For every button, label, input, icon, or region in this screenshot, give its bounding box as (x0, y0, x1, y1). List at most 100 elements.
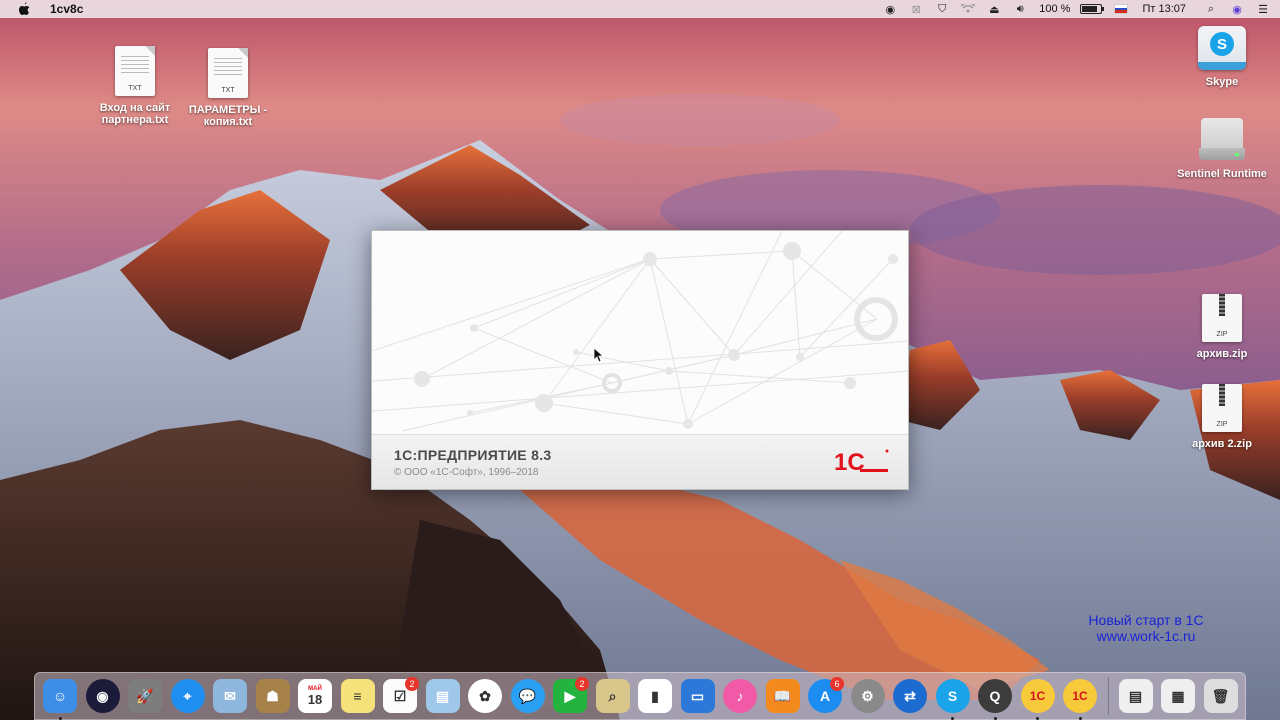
safari-icon: ⌖ (170, 679, 205, 713)
dock-separator (1107, 677, 1109, 715)
system-preferences-icon: ⚙ (850, 679, 885, 713)
text-file-icon: TXT (208, 48, 248, 98)
battery-percent: 100 % (1039, 3, 1071, 15)
desktop-file-label: Вход на сайт партнера.txt (99, 102, 171, 126)
dock-item-app-store[interactable]: A6 (806, 677, 844, 715)
documents-stack-icon: ▦ (1161, 679, 1195, 713)
external-drive-icon (1199, 118, 1245, 162)
desktop-volume-sentinel-runtime[interactable]: Sentinel Runtime (1174, 118, 1270, 180)
1c-enterprise-2-icon: 1С (1063, 679, 1097, 713)
desktop-file-archive-2-zip[interactable]: ZIP архив 2.zip (1174, 384, 1270, 450)
dock-item-siri[interactable]: ◉ (84, 677, 122, 715)
dock-item-itunes[interactable]: ♪ (721, 677, 759, 715)
dock-item-downloads-stack[interactable]: ▤ (1117, 677, 1155, 715)
dock-item-maps[interactable]: ⌕ (594, 677, 632, 715)
notes-icon: ≡ (340, 679, 375, 713)
battery-icon[interactable] (1080, 4, 1105, 14)
status-x-icon[interactable]: ⊠ (909, 3, 923, 16)
dock-item-mail-bird[interactable]: ✉ (211, 677, 249, 715)
downloads-stack-icon: ▤ (1118, 679, 1153, 713)
dock-item-facetime[interactable]: ▶ 2 (551, 677, 589, 715)
desktop-app-skype[interactable]: S Skype (1174, 26, 1270, 88)
siri-icon: ◉ (85, 679, 120, 713)
active-app-name[interactable]: 1cv8c (50, 2, 83, 16)
ibooks-icon: 📖 (765, 679, 800, 713)
itunes-icon: ♪ (723, 679, 757, 713)
keynote-icon: ▭ (680, 679, 715, 713)
watermark-line-2: www.work-1c.ru (1096, 628, 1196, 644)
record-icon[interactable]: ◉ (883, 3, 897, 16)
dock-item-launchpad[interactable]: 🚀 (126, 677, 164, 715)
dock-item-keynote[interactable]: ▭ (679, 677, 717, 715)
finder-icon: ☺ (43, 679, 77, 713)
preview-icon: ▤ (425, 679, 460, 713)
desktop-file-parameters-copy[interactable]: TXT ПАРАМЕТРЫ - копия.txt (180, 48, 276, 128)
dock-item-numbers[interactable]: ▮ (636, 677, 674, 715)
dock-item-1c-enterprise[interactable]: 1С (1019, 677, 1057, 720)
maps-icon: ⌕ (595, 679, 630, 713)
airplay-icon[interactable]: ⏏ (987, 3, 1001, 16)
dock-item-messages[interactable]: 💬 (509, 677, 547, 715)
watermark: Новый старт в 1С www.work-1c.ru (1066, 612, 1226, 644)
dock: ☺ ◉ 🚀 ⌖ ✉ ☗ МАЙ 18 ≡ ☑ 2 ▤ ✿ 💬 ▶ 2 ⌕ ▮ ▭ ♪ 📖 A 6 ⚙ ⇄ S Q 1С 1С ▤ ▦ 🗑 (34, 672, 1246, 720)
dock-item-ibooks[interactable]: 📖 (764, 677, 802, 715)
calendar-icon: МАЙ 18 (298, 679, 332, 713)
notification-center-icon[interactable]: ☰ (1256, 3, 1270, 16)
splash-footer: 1С:ПРЕДПРИЯТИЕ 8.3 © ООО «1С-Софт», 1996… (372, 434, 908, 489)
numbers-icon: ▮ (638, 679, 672, 713)
watermark-line-1: Новый старт в 1С (1088, 612, 1204, 628)
teamviewer-icon: ⇄ (893, 679, 927, 713)
dock-item-photos[interactable]: ✿ (466, 677, 504, 715)
dock-item-trash[interactable]: 🗑 (1202, 677, 1240, 715)
desktop-file-partner-login[interactable]: TXT Вход на сайт партнера.txt (87, 46, 183, 126)
dock-item-notes[interactable]: ≡ (339, 677, 377, 715)
desktop-file-label: Sentinel Runtime (1177, 168, 1267, 180)
apple-menu-icon[interactable] (16, 1, 32, 17)
dock-item-reminders[interactable]: ☑ 2 (381, 677, 419, 715)
dock-item-contacts[interactable]: ☗ (254, 677, 292, 715)
launchpad-icon: 🚀 (128, 679, 162, 713)
desktop-file-label: архив.zip (1196, 348, 1248, 360)
shield-icon[interactable]: ⛉ (935, 3, 949, 15)
menu-bar: 1cv8c ◉ ⊠ ⛉ ⏏ 🔊︎ 100 % Пт 13:07 ⌕ ◉ ☰ (0, 0, 1280, 18)
dock-item-system-preferences[interactable]: ⚙ (849, 677, 887, 715)
dock-item-teamviewer[interactable]: ⇄ (891, 677, 929, 715)
clock[interactable]: Пт 13:07 (1142, 3, 1186, 15)
desktop-file-archive-zip[interactable]: ZIP архив.zip (1174, 294, 1270, 360)
zip-file-icon: ZIP (1202, 294, 1242, 342)
quicktime-icon: Q (978, 679, 1012, 713)
text-file-icon: TXT (115, 46, 155, 96)
wifi-icon[interactable] (961, 3, 976, 15)
notification-badge: 6 (830, 677, 844, 691)
splash-window: 1С:ПРЕДПРИЯТИЕ 8.3 © ООО «1С-Софт», 1996… (371, 230, 909, 490)
messages-icon: 💬 (510, 679, 545, 713)
1c-logo-icon: 1С (834, 447, 890, 476)
dock-item-finder[interactable]: ☺ (41, 677, 79, 720)
dock-item-calendar[interactable]: МАЙ 18 (296, 677, 334, 715)
input-source-flag-icon[interactable] (1114, 4, 1129, 14)
mouse-cursor-icon (593, 347, 605, 363)
siri-icon[interactable]: ◉ (1230, 3, 1244, 16)
1c-enterprise-icon: 1С (1020, 679, 1055, 713)
desktop-file-label: Skype (1205, 76, 1239, 88)
zip-file-icon: ZIP (1202, 384, 1242, 432)
desktop-file-label: архив 2.zip (1192, 438, 1252, 450)
dock-item-preview[interactable]: ▤ (424, 677, 462, 715)
volume-icon[interactable]: 🔊︎ (1013, 3, 1027, 15)
contacts-icon: ☗ (255, 679, 290, 713)
notification-badge: 2 (405, 677, 419, 691)
dock-item-skype[interactable]: S (934, 677, 972, 720)
copyright-text: © ООО «1С-Софт», 1996–2018 (394, 467, 539, 478)
spotlight-search-icon[interactable]: ⌕ (1204, 3, 1218, 15)
skype-icon: S (935, 679, 970, 713)
notification-badge: 2 (575, 677, 589, 691)
trash-icon: 🗑 (1203, 679, 1238, 713)
dock-item-1c-enterprise-2[interactable]: 1С (1061, 677, 1099, 720)
splash-network-graphic (372, 231, 908, 436)
dock-item-quicktime[interactable]: Q (976, 677, 1014, 720)
dock-item-documents-stack[interactable]: ▦ (1159, 677, 1197, 715)
photos-icon: ✿ (468, 679, 502, 713)
dock-item-safari[interactable]: ⌖ (169, 677, 207, 715)
skype-app-icon: S (1198, 26, 1246, 70)
product-title: 1С:ПРЕДПРИЯТИЕ 8.3 (394, 447, 552, 463)
